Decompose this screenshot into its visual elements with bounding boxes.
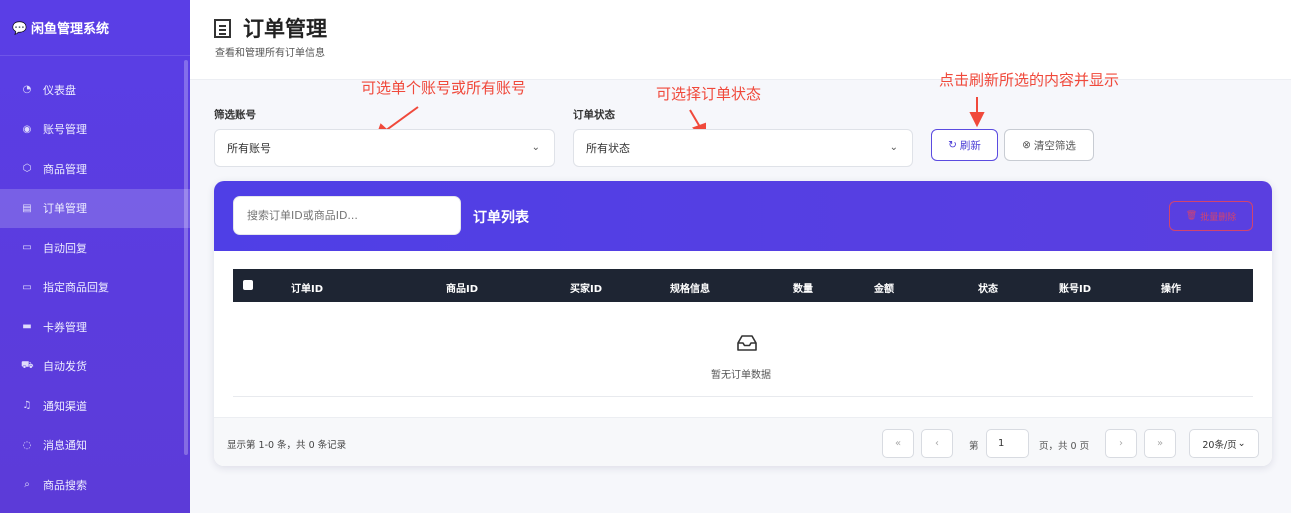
divider <box>233 396 1253 397</box>
clear-circle-icon: ⊗ <box>1022 139 1031 151</box>
account-filter-label: 筛选账号 <box>214 109 256 121</box>
bulk-delete-label: 批量删除 <box>1200 212 1237 223</box>
inbox-icon <box>737 335 757 351</box>
account-select-value: 所有账号 <box>227 142 271 155</box>
refresh-button[interactable]: ↻ 刷新 <box>931 129 998 161</box>
trash-icon: 🗑 <box>1185 211 1198 221</box>
orders-card: 订单列表 🗑 批量删除 订单ID 商品ID 买家ID 规格信息 数量 金额 状态… <box>214 181 1272 466</box>
column-header[interactable]: 状态 <box>978 280 998 295</box>
column-header[interactable]: 订单ID <box>291 280 323 295</box>
arrow-icon <box>969 97 985 128</box>
page-prefix: 第 <box>969 441 979 452</box>
status-filter-label: 订单状态 <box>573 109 615 121</box>
chevron-down-icon: ⌄ <box>889 142 898 153</box>
last-page-button[interactable]: » <box>1144 429 1176 458</box>
pagination-bar: 显示第 1-0 条，共 0 条记录 « ‹ 第 页，共 0 页 › » 20条/… <box>214 417 1272 466</box>
column-header[interactable]: 买家ID <box>570 280 602 295</box>
column-header[interactable]: 金额 <box>874 280 894 295</box>
next-page-button[interactable]: › <box>1105 429 1137 458</box>
page-size-value: 20条/页 <box>1202 439 1237 451</box>
account-select[interactable]: 所有账号 ⌄ <box>214 129 555 167</box>
chevron-right-icon: › <box>1119 438 1123 449</box>
bulk-delete-button[interactable]: 🗑 批量删除 <box>1169 201 1253 231</box>
double-chevron-left-icon: « <box>894 438 902 449</box>
double-chevron-right-icon: » <box>1156 438 1164 449</box>
empty-state-text: 暂无订单数据 <box>711 370 771 381</box>
column-header[interactable]: 账号ID <box>1059 280 1091 295</box>
card-header: 订单列表 🗑 批量删除 <box>214 181 1272 251</box>
refresh-icon: ↻ <box>948 139 957 151</box>
clear-filter-label: 清空筛选 <box>1033 139 1076 152</box>
refresh-button-label: 刷新 <box>959 139 981 152</box>
table-header: 订单ID 商品ID 买家ID 规格信息 数量 金额 状态 账号ID 操作 <box>233 269 1253 302</box>
chevron-down-icon: ⌄ <box>531 142 540 153</box>
column-header[interactable]: 商品ID <box>446 280 478 295</box>
record-summary: 显示第 1-0 条，共 0 条记录 <box>227 440 347 451</box>
page-size-select[interactable]: 20条/页 ⌄ <box>1189 429 1259 458</box>
status-select[interactable]: 所有状态 ⌄ <box>573 129 913 167</box>
page-suffix: 页，共 0 页 <box>1039 441 1090 452</box>
clear-filter-button[interactable]: ⊗ 清空筛选 <box>1004 129 1094 161</box>
chevron-down-icon: ⌄ <box>1237 438 1246 449</box>
select-all-checkbox[interactable] <box>243 280 253 290</box>
prev-page-button[interactable]: ‹ <box>921 429 953 458</box>
column-header[interactable]: 规格信息 <box>670 280 710 295</box>
status-select-value: 所有状态 <box>586 142 630 155</box>
card-title: 订单列表 <box>473 210 529 226</box>
page-number-input[interactable] <box>986 429 1029 458</box>
chevron-left-icon: ‹ <box>935 438 939 449</box>
first-page-button[interactable]: « <box>882 429 914 458</box>
column-header[interactable]: 操作 <box>1161 280 1181 295</box>
order-search-input[interactable] <box>233 196 461 235</box>
column-header[interactable]: 数量 <box>793 280 813 295</box>
